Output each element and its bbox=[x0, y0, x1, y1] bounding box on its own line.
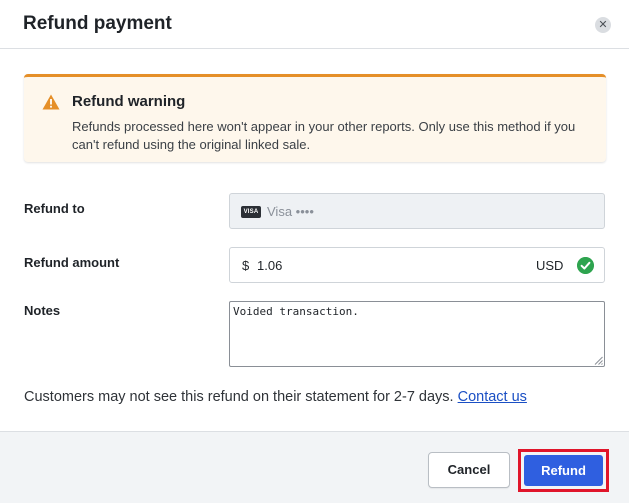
contact-us-link[interactable]: Contact us bbox=[458, 389, 527, 405]
warning-text: Refunds processed here won't appear in y… bbox=[72, 119, 576, 152]
footnote-text: Customers may not see this refund on the… bbox=[24, 389, 454, 405]
visa-card-icon: VISA bbox=[241, 206, 261, 218]
check-circle-icon bbox=[577, 257, 594, 274]
warning-title: Refund warning bbox=[72, 93, 186, 110]
card-masked-number: Visa •••• bbox=[267, 204, 314, 219]
refund-warning-banner: Refund warning Refunds processed here wo… bbox=[24, 74, 606, 162]
dialog-header: Refund payment ✕ bbox=[0, 0, 629, 49]
resize-grip-icon[interactable] bbox=[594, 356, 603, 365]
refund-button-highlight: Refund bbox=[518, 449, 609, 492]
dialog-title: Refund payment bbox=[23, 13, 172, 34]
cancel-button[interactable]: Cancel bbox=[428, 452, 510, 488]
notes-textarea[interactable]: Voided transaction. bbox=[229, 301, 605, 367]
notes-label: Notes bbox=[24, 303, 61, 318]
refund-amount-input[interactable]: 1.06 bbox=[257, 258, 282, 273]
currency-symbol: $ bbox=[242, 258, 250, 273]
refund-timing-note: Customers may not see this refund on the… bbox=[24, 389, 527, 405]
currency-code: USD bbox=[536, 258, 564, 273]
refund-to-field: VISA Visa •••• bbox=[229, 193, 605, 229]
refund-amount-label: Refund amount bbox=[24, 255, 120, 270]
dialog-footer: Cancel Refund bbox=[0, 431, 629, 503]
close-icon[interactable]: ✕ bbox=[595, 17, 611, 33]
refund-button[interactable]: Refund bbox=[524, 455, 603, 486]
refund-amount-field[interactable]: $ 1.06 USD bbox=[229, 247, 605, 283]
refund-payment-dialog: Refund payment ✕ Refund warning Refunds … bbox=[0, 0, 629, 503]
refund-to-label: Refund to bbox=[24, 201, 85, 216]
warning-triangle-icon bbox=[42, 94, 60, 110]
